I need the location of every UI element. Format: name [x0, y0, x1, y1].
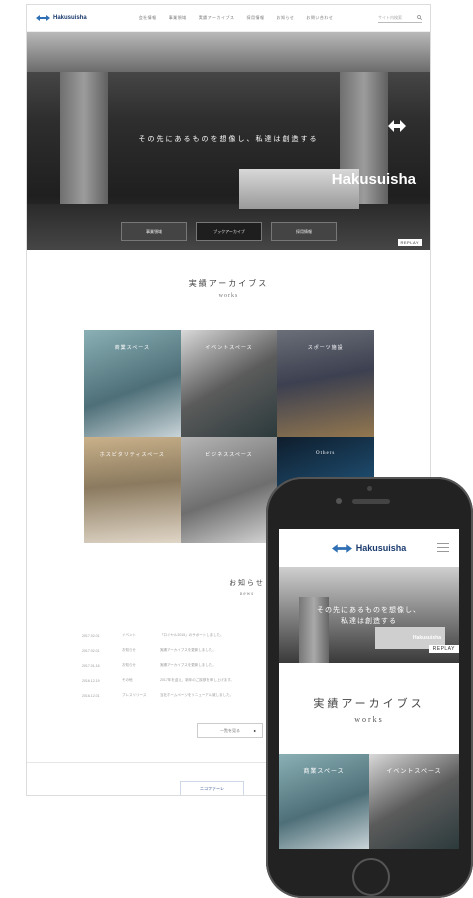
hero-sign	[386, 120, 408, 160]
hero-thumb-archive[interactable]: ブックアーカイブ	[196, 222, 262, 241]
news-category: その他	[122, 678, 133, 682]
mobile-tagline-line1: その先にあるものを想像し、	[317, 606, 421, 614]
phone-device: Hakusuisha その先にあるものを想像し、 私達は創造する Hakusui…	[266, 477, 473, 898]
mobile-hero: その先にあるものを想像し、 私達は創造する Hakusuisha REPLAY	[279, 567, 459, 663]
mobile-logo-text: Hakusuisha	[355, 543, 407, 553]
hero-thumbnails: 事業領域 ブックアーカイブ 採用情報	[121, 222, 346, 241]
works-tile-label: 商業スペース	[303, 769, 345, 775]
news-text: 「ロイヤル2015」のサポートしました。	[160, 633, 224, 637]
news-item[interactable]: 2017.02.01 お知らせ 実績アーカイブスを更新しました。	[82, 643, 282, 658]
speaker-grille	[352, 499, 390, 504]
nav-item-business[interactable]: 事業領域	[169, 15, 187, 21]
hero-tagline: その先にあるものを想像し、私達は創造する	[138, 135, 319, 143]
news-more-button[interactable]: 一覧を見る ▸	[197, 723, 263, 738]
news-date: 2017.02.01	[82, 633, 100, 638]
hero-ceiling	[27, 32, 430, 72]
news-date: 2016.12.01	[82, 693, 100, 698]
mobile-replay-button[interactable]: REPLAY	[428, 645, 459, 653]
news-list: 2017.02.01 イベント 「ロイヤル2015」のサポートしました。 2017.…	[82, 628, 282, 703]
mobile-tagline-line2: 私達は創造する	[341, 617, 397, 625]
desktop-header: Hakusuisha 会社情報 事業領域 実績アーカイブス 採用情報 お知らせ …	[27, 5, 430, 32]
nav-item-contact[interactable]: お問い合わせ	[306, 15, 333, 21]
news-date: 2017.02.01	[82, 648, 100, 653]
news-item[interactable]: 2017.01.16 お知らせ 実績アーカイブスを更新しました。	[82, 658, 282, 673]
desktop-hero: その先にあるものを想像し、私達は創造する Hakusuisha 事業領域 ブック…	[27, 32, 430, 250]
news-date: 2016.12.19	[82, 678, 100, 683]
news-item[interactable]: 2017.02.01 イベント 「ロイヤル2015」のサポートしました。	[82, 628, 282, 643]
works-tile-label: イベントスペース	[205, 346, 253, 351]
mobile-works-subtitle: works	[354, 715, 384, 724]
hero-brand: Hakusuisha	[331, 171, 416, 188]
chevron-right-icon: ▸	[253, 728, 256, 733]
works-tile-business[interactable]: ビジネススペース	[180, 436, 278, 543]
news-text: 2017年を迎え、新年のご挨拶を申し上げます。	[160, 678, 234, 682]
works-tile-label: ビジネススペース	[205, 452, 253, 458]
double-arrow-logo-icon	[331, 543, 352, 553]
news-text: 実績アーカイブスを更新しました。	[160, 648, 216, 652]
search-icon[interactable]	[417, 15, 422, 20]
news-category: お知らせ	[122, 648, 136, 652]
news-more-label: 一覧を見る	[220, 727, 240, 733]
nav-item-news[interactable]: お知らせ	[276, 15, 294, 21]
news-text: 実績アーカイブスを更新しました。	[160, 663, 216, 667]
works-subtitle: works	[218, 293, 239, 299]
news-item[interactable]: 2016.12.01 プレスリリース 当社ホームページをリニューアル致しました。	[82, 688, 282, 703]
mobile-header: Hakusuisha	[279, 529, 459, 567]
nav-item-recruit[interactable]: 採用情報	[246, 15, 264, 21]
mobile-logo[interactable]: Hakusuisha	[331, 543, 407, 553]
works-tile-label: スポーツ施設	[307, 346, 344, 351]
desktop-menu: 会社情報 事業領域 実績アーカイブス 採用情報 お知らせ お問い合わせ	[139, 15, 346, 21]
desktop-replay-button[interactable]: REPLAY	[397, 239, 422, 246]
mobile-hero-brand: Hakusuisha	[412, 635, 441, 641]
mobile-works-tile-event[interactable]: イベントスペース	[369, 754, 459, 849]
works-tile-hospitality[interactable]: ホスピタリティスペース	[84, 436, 181, 543]
footer-banner[interactable]: ニコファーレ	[180, 781, 244, 795]
mobile-works-title: 実績アーカイブス	[313, 698, 425, 710]
hero-thumb-recruit[interactable]: 採用情報	[271, 222, 337, 241]
desktop-logo-text: Hakusuisha	[53, 15, 87, 21]
hero-thumb-business[interactable]: 事業領域	[121, 222, 187, 241]
mobile-screen: Hakusuisha その先にあるものを想像し、 私達は創造する Hakusui…	[279, 529, 459, 849]
news-item[interactable]: 2016.12.19 その他 2017年を迎え、新年のご挨拶を申し上げます。	[82, 673, 282, 688]
works-tile-event[interactable]: イベントスペース	[180, 330, 278, 437]
hamburger-menu-icon[interactable]	[437, 543, 449, 555]
works-tile-label: イベントスペース	[386, 769, 442, 775]
news-text: 当社ホームページをリニューアル致しました。	[160, 693, 234, 697]
double-arrow-sign-icon	[388, 120, 406, 132]
news-category: イベント	[122, 633, 136, 637]
desktop-logo[interactable]: Hakusuisha	[36, 15, 87, 21]
works-tile-sports[interactable]: スポーツ施設	[277, 330, 374, 437]
works-title: 実績アーカイブス	[188, 279, 269, 288]
desktop-search-input[interactable]: サイト内検索	[378, 13, 422, 23]
mobile-hero-tagline: その先にあるものを想像し、 私達は創造する	[279, 605, 459, 627]
news-category: プレスリリース	[122, 693, 147, 697]
works-tile-label: Others	[315, 450, 336, 456]
double-arrow-logo-icon	[36, 15, 50, 21]
search-placeholder: サイト内検索	[378, 14, 402, 20]
works-tile-label: ホスピタリティスペース	[99, 452, 165, 458]
mobile-works-grid: 商業スペース イベントスペース	[279, 754, 459, 849]
works-tile-label: 商業スペース	[114, 346, 151, 351]
nav-item-company[interactable]: 会社情報	[139, 15, 157, 21]
nav-item-works[interactable]: 実績アーカイブス	[199, 15, 235, 21]
news-category: お知らせ	[122, 663, 136, 667]
front-sensor-icon	[367, 486, 372, 491]
news-date: 2017.01.16	[82, 663, 100, 668]
mobile-works-tile-commercial[interactable]: 商業スペース	[279, 754, 369, 849]
works-tile-commercial[interactable]: 商業スペース	[84, 330, 181, 437]
home-button[interactable]	[352, 858, 390, 896]
front-camera-icon	[336, 498, 342, 504]
